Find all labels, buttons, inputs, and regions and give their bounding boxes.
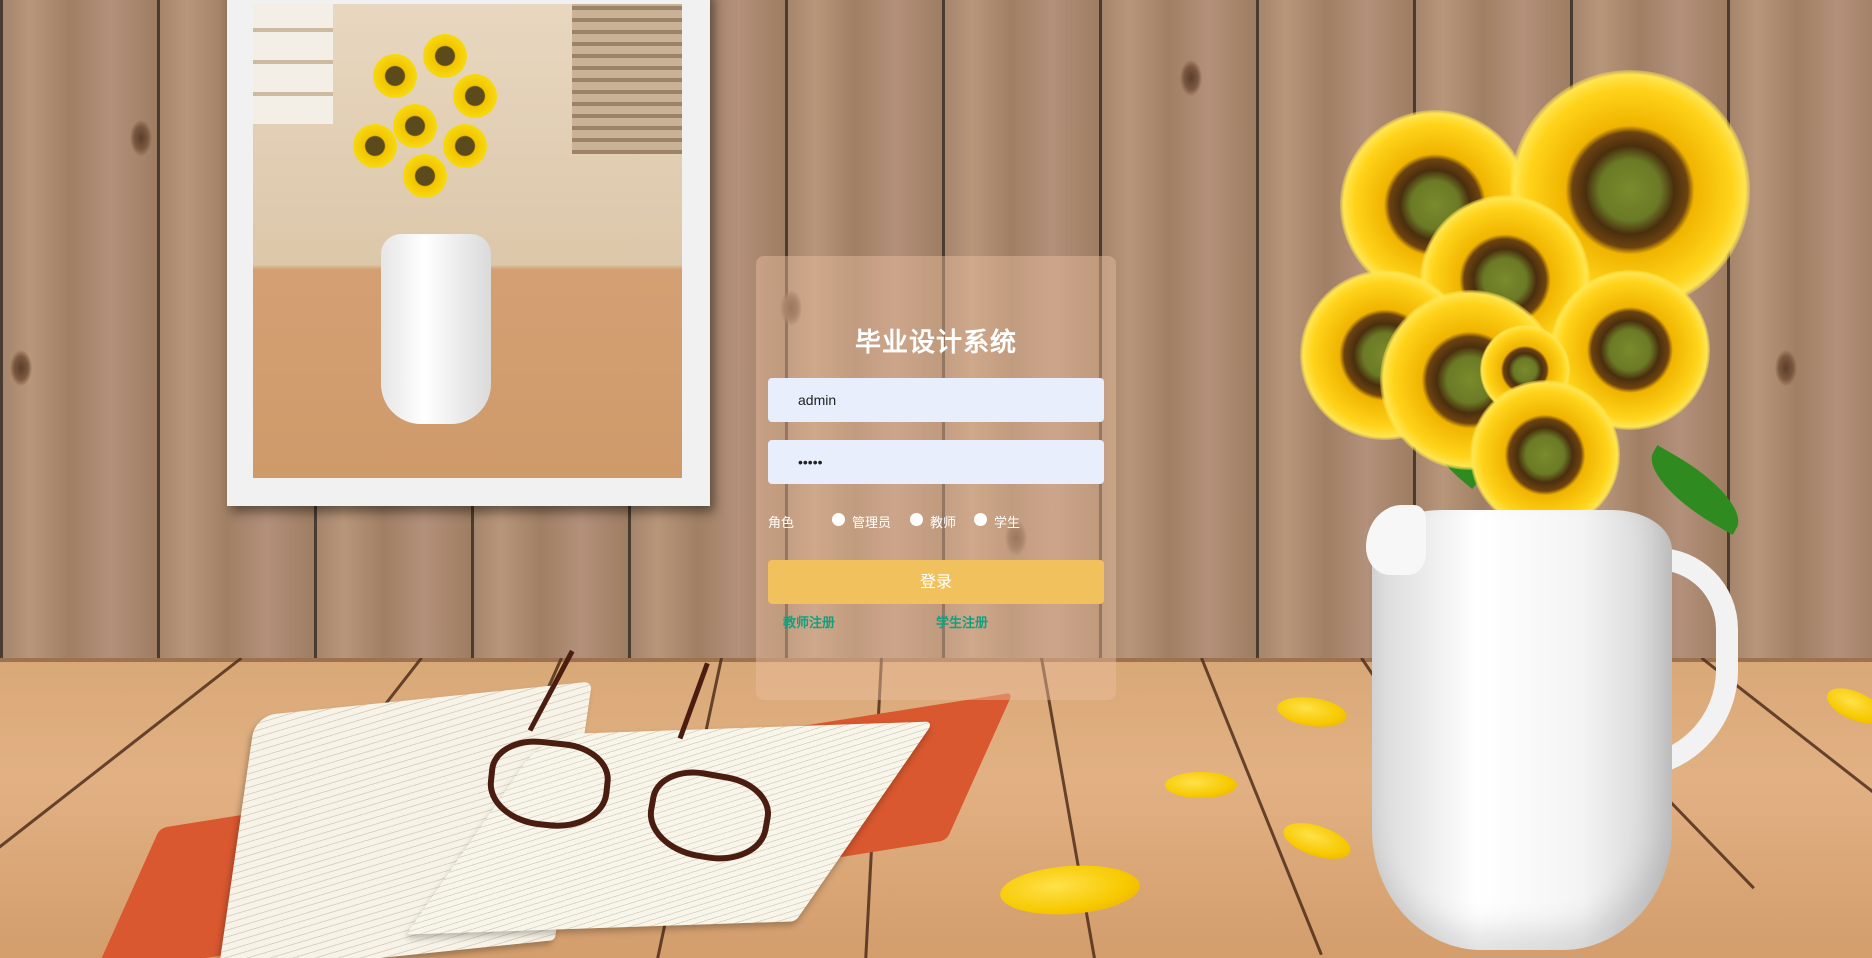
painting-flower: [443, 124, 487, 168]
role-option-teacher-label[interactable]: 教师: [930, 512, 956, 531]
white-pitcher: [1372, 510, 1672, 950]
username-input[interactable]: [768, 378, 1104, 422]
painting-flower: [453, 74, 497, 118]
sunflower: [1470, 380, 1620, 530]
role-option-student-label[interactable]: 学生: [994, 512, 1020, 531]
page-title: 毕业设计系统: [854, 328, 1017, 358]
role-radio-admin[interactable]: [832, 513, 845, 526]
role-label: 角色: [768, 516, 795, 531]
painting-pitcher: [381, 234, 491, 424]
painting-window: [253, 4, 333, 124]
teacher-register-link[interactable]: 教师注册: [783, 612, 835, 631]
petal: [1165, 772, 1237, 798]
painting-flower: [373, 54, 417, 98]
student-register-link[interactable]: 学生注册: [936, 612, 988, 631]
painting-blinds: [572, 4, 682, 154]
framed-painting: [227, 0, 710, 506]
role-radio-student[interactable]: [974, 513, 987, 526]
role-option-admin-label[interactable]: 管理员: [852, 512, 891, 531]
role-selector: 角色 管理员 教师 学生: [768, 510, 1104, 531]
painting-flower: [403, 154, 447, 198]
painting-flower: [353, 124, 397, 168]
login-button[interactable]: 登录: [768, 560, 1104, 604]
login-panel: 毕业设计系统 角色 管理员 教师 学生 登录 教师注册 学生注册: [756, 256, 1116, 700]
painting-flower: [423, 34, 467, 78]
role-radio-teacher[interactable]: [910, 513, 923, 526]
password-input[interactable]: [768, 440, 1104, 484]
painting-flower: [393, 104, 437, 148]
login-page: 毕业设计系统 角色 管理员 教师 学生 登录 教师注册 学生注册: [0, 0, 1872, 958]
painting-canvas: [253, 4, 682, 478]
